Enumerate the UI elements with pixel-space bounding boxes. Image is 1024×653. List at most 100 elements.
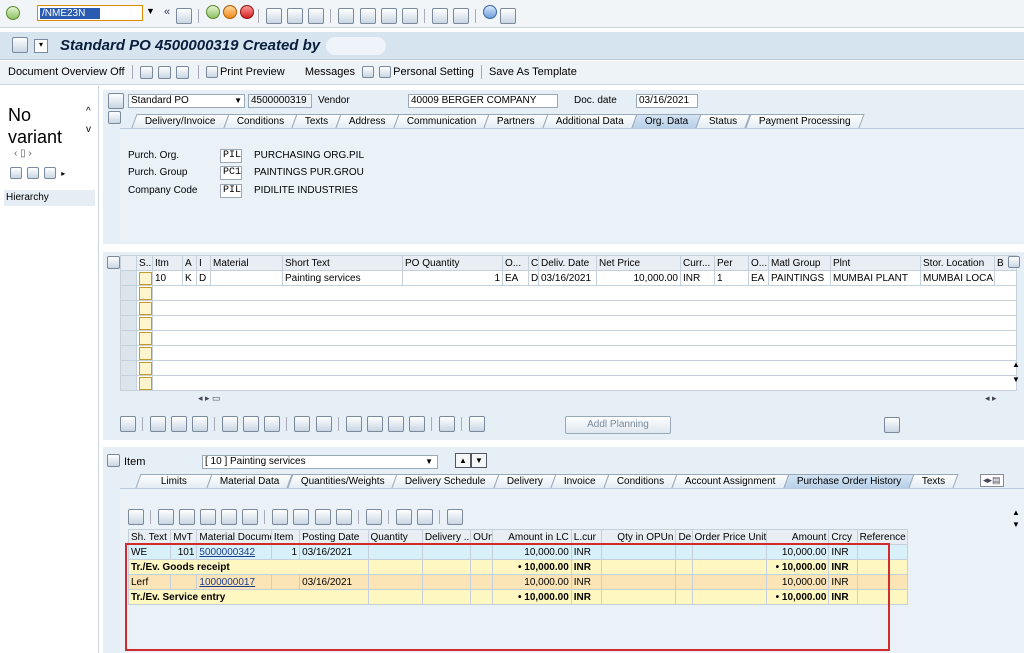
- col-header[interactable]: O...: [502, 255, 529, 271]
- empty-cells[interactable]: [152, 300, 1017, 316]
- cell-item[interactable]: 10: [152, 270, 183, 286]
- purch-group-code[interactable]: PC1: [220, 166, 242, 180]
- cell-itemcat[interactable]: D: [196, 270, 211, 286]
- new-document-icon[interactable]: [139, 65, 153, 79]
- find-next-icon[interactable]: [221, 509, 238, 525]
- select-all-icon[interactable]: [150, 416, 167, 432]
- print-icon[interactable]: [266, 8, 283, 25]
- set-filter-icon[interactable]: [408, 416, 425, 432]
- calculate-icon[interactable]: [438, 416, 455, 432]
- col-header[interactable]: Deliv. Date: [538, 255, 597, 271]
- empty-cells[interactable]: [152, 315, 1017, 331]
- col-header[interactable]: Stor. Location: [920, 255, 995, 271]
- empty-cells[interactable]: [152, 330, 1017, 346]
- document-icon[interactable]: [468, 416, 485, 432]
- graphic-icon[interactable]: [365, 509, 382, 525]
- col-header[interactable]: I: [196, 255, 211, 271]
- po-number-field[interactable]: 4500000319: [248, 94, 312, 108]
- row-input-box[interactable]: [139, 346, 152, 360]
- copy-icon[interactable]: [27, 167, 40, 180]
- empty-row[interactable]: [120, 285, 1017, 301]
- empty-row[interactable]: [120, 315, 1017, 331]
- cell-matl-group[interactable]: PAINTINGS: [768, 270, 831, 286]
- cell-b[interactable]: [994, 270, 1017, 286]
- messages-button[interactable]: Messages: [305, 66, 355, 78]
- unlock-icon[interactable]: [264, 416, 281, 432]
- doc-date-field[interactable]: 03/16/2021: [636, 94, 698, 108]
- back-icon[interactable]: [206, 5, 221, 19]
- cell-material[interactable]: [210, 270, 283, 286]
- row-input-box[interactable]: [139, 286, 152, 300]
- cell-plant[interactable]: MUMBAI PLANT: [830, 270, 921, 286]
- panel-more-icon[interactable]: ▸: [61, 169, 65, 178]
- tab-quantities-weights[interactable]: Quantities/Weights: [287, 474, 398, 488]
- document-overview-off-button[interactable]: Document Overview Off: [8, 66, 125, 78]
- prev-page-icon[interactable]: [359, 8, 376, 25]
- col-header[interactable]: Itm: [152, 255, 183, 271]
- row-selector[interactable]: [120, 360, 137, 376]
- items-collapse-icon[interactable]: [107, 256, 120, 269]
- row-box-cell[interactable]: [136, 300, 153, 316]
- history-scroll-up-icon[interactable]: ▲: [1012, 508, 1020, 517]
- header-collapse-icon[interactable]: [108, 111, 121, 124]
- copy-row-icon[interactable]: [294, 416, 311, 432]
- table-row[interactable]: 10 K D Painting services 1 EA D 03/16/20…: [120, 270, 1017, 286]
- tab-payment-processing[interactable]: Payment Processing: [745, 114, 864, 128]
- tab-communication[interactable]: Communication: [393, 114, 490, 128]
- purch-org-code[interactable]: PIL: [220, 149, 242, 163]
- row-box-cell[interactable]: [136, 375, 153, 391]
- row-input-box[interactable]: [139, 316, 152, 330]
- refresh-icon[interactable]: [446, 509, 463, 525]
- cell-opu[interactable]: EA: [748, 270, 769, 286]
- col-header[interactable]: Short Text: [282, 255, 403, 271]
- sort-asc-icon[interactable]: [158, 509, 175, 525]
- totals-icon[interactable]: [416, 509, 433, 525]
- tab-nav-icon[interactable]: ◂▸▤: [980, 474, 1004, 487]
- row-box-cell[interactable]: [136, 285, 153, 301]
- tab-texts[interactable]: Texts: [291, 114, 342, 128]
- cell-po-qty[interactable]: 1: [402, 270, 503, 286]
- delete-icon[interactable]: [222, 416, 239, 432]
- cell-per[interactable]: 1: [714, 270, 749, 286]
- new-session-icon[interactable]: [431, 8, 448, 25]
- company-code-field[interactable]: PIL: [220, 184, 242, 198]
- empty-cells[interactable]: [152, 285, 1017, 301]
- display-change-icon[interactable]: [157, 65, 171, 79]
- row-box-cell[interactable]: [136, 315, 153, 331]
- first-page-icon[interactable]: [338, 8, 355, 25]
- cancel-icon[interactable]: [240, 5, 255, 19]
- personal-setting-button[interactable]: Personal Setting: [379, 66, 474, 78]
- cell-c[interactable]: D: [528, 270, 539, 286]
- cell-net-price[interactable]: 10,000.00: [596, 270, 681, 286]
- row-selector[interactable]: [120, 285, 137, 301]
- tab-delivery-invoice[interactable]: Delivery/Invoice: [131, 114, 230, 128]
- hierarchy-toggle-icon[interactable]: [10, 167, 22, 180]
- item-prev-button[interactable]: ▲: [455, 453, 471, 468]
- row-input-box[interactable]: [139, 361, 152, 375]
- col-header[interactable]: Plnt: [830, 255, 921, 271]
- print-icon[interactable]: [272, 509, 289, 525]
- items-scroll-down-icon[interactable]: ▼: [1012, 375, 1020, 384]
- row-box-cell[interactable]: [136, 270, 153, 286]
- col-header[interactable]: PO Quantity: [402, 255, 503, 271]
- select-block-icon[interactable]: [192, 416, 209, 432]
- row-selector[interactable]: [120, 315, 137, 331]
- col-header[interactable]: Matl Group: [768, 255, 831, 271]
- paste-row-icon[interactable]: [315, 416, 332, 432]
- panel-scroll-up-icon[interactable]: ^: [86, 106, 91, 117]
- sort-desc-icon[interactable]: [179, 509, 196, 525]
- tab-item-texts[interactable]: Texts: [908, 474, 960, 488]
- sort-asc-icon[interactable]: [345, 416, 362, 432]
- deselect-all-icon[interactable]: [171, 416, 188, 432]
- print-preview-button[interactable]: Print Preview: [205, 66, 285, 78]
- back-arrows-icon[interactable]: «: [164, 6, 170, 18]
- column-config-icon[interactable]: [1008, 256, 1020, 268]
- row-selector[interactable]: [120, 300, 137, 316]
- cell-oun[interactable]: EA: [502, 270, 529, 286]
- history-scroll-down-icon[interactable]: ▼: [1012, 520, 1020, 529]
- items-scroll-up-icon[interactable]: ▲: [1012, 360, 1020, 369]
- items-hscroll-icon[interactable]: ◂ ▸ ▭: [198, 393, 221, 404]
- empty-cells[interactable]: [152, 360, 1017, 376]
- empty-row[interactable]: [120, 345, 1017, 361]
- cell-stor-loc[interactable]: MUMBAI LOCA...: [920, 270, 995, 286]
